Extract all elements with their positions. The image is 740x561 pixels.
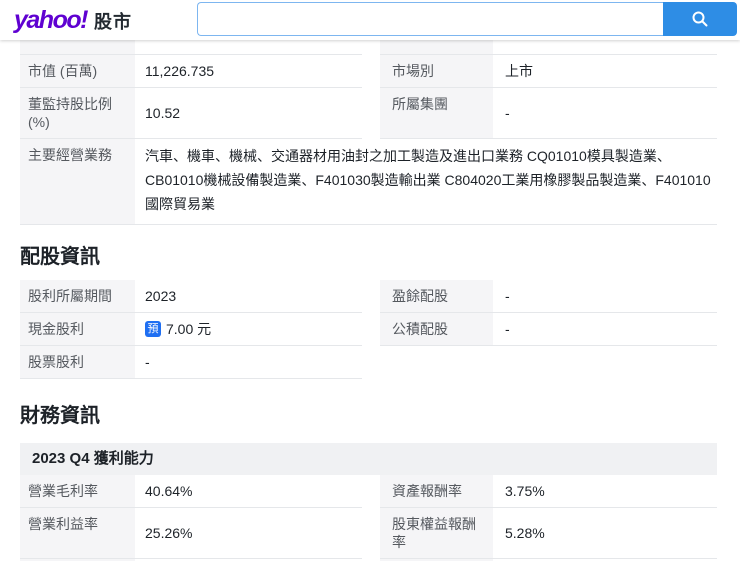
row-label: 股利所屬期間 (20, 280, 135, 312)
row-value: - (505, 105, 510, 121)
search-input[interactable] (197, 2, 663, 36)
row-label: 市值 (百萬) (20, 55, 135, 87)
row-label: 股票股利 (20, 346, 135, 378)
top-header: yahoo! 股市 (0, 0, 740, 40)
table-row-clipped (20, 40, 717, 55)
main-content: 市值 (百萬) 11,226.735 市場別 上市 董監持股比例(%) 10.5… (0, 40, 740, 561)
table-row: 營業毛利率 40.64% 資產報酬率 3.75% (20, 475, 717, 508)
row-value: 11,226.735 (145, 63, 215, 79)
yahoo-stock-logo[interactable]: yahoo! 股市 (14, 6, 132, 34)
row-label: 股東權益報酬率 (380, 508, 493, 558)
section-title-finance: 財務資訊 (20, 405, 100, 427)
row-label: 營業毛利率 (20, 475, 135, 507)
row-label: 資產報酬率 (380, 475, 493, 507)
row-label: 營業利益率 (20, 508, 135, 558)
cash-dividend-value: 7.00 元 (166, 321, 212, 337)
row-value: 40.64% (145, 483, 193, 499)
section-title-dividend: 配股資訊 (20, 246, 100, 268)
profitability-header: 2023 Q4 獲利能力 (20, 443, 717, 475)
row-label: 市場別 (380, 55, 493, 87)
table-row: 營業利益率 25.26% 股東權益報酬率 5.28% (20, 508, 717, 559)
search-icon (691, 10, 709, 28)
row-label: 主要經營業務 (20, 139, 135, 224)
table-row-business: 主要經營業務 汽車、機車、機械、交通器材用油封之加工製造及進出口業務 CQ010… (20, 139, 717, 225)
row-value: - (505, 288, 510, 304)
yahoo-logo[interactable]: yahoo! (14, 6, 88, 34)
row-value: 上市 (505, 63, 533, 79)
search-box (197, 2, 737, 36)
estimate-badge: 預 (145, 321, 161, 337)
search-button[interactable] (663, 2, 737, 36)
table-row: 股票股利 - (20, 346, 717, 379)
row-label: 現金股利 (20, 313, 135, 345)
table-row: 股利所屬期間 2023 盈餘配股 - (20, 280, 717, 313)
stock-market-label[interactable]: 股市 (94, 8, 132, 34)
row-label: 公積配股 (380, 313, 493, 345)
row-value: 5.28% (505, 525, 545, 541)
row-label: 董監持股比例(%) (20, 88, 135, 138)
table-row: 市值 (百萬) 11,226.735 市場別 上市 (20, 55, 717, 88)
row-value: - (505, 321, 510, 337)
row-value: 預 7.00 元 (135, 313, 362, 345)
row-value: - (145, 354, 150, 370)
row-value: 3.75% (505, 483, 545, 499)
row-value: 10.52 (145, 105, 181, 121)
row-value: 2023 (145, 288, 177, 304)
row-value: 汽車、機車、機械、交通器材用油封之加工製造及進出口業務 CQ01010模具製造業… (145, 148, 711, 212)
row-label: 所屬集團 (380, 88, 493, 138)
row-label: 盈餘配股 (380, 280, 493, 312)
row-value: 25.26% (145, 525, 193, 541)
page: yahoo! 股市 市值 (百萬) 11,226.735 市場別 上市 董監持股… (0, 0, 740, 561)
table-row: 現金股利 預 7.00 元 公積配股 - (20, 313, 717, 346)
table-row: 董監持股比例(%) 10.52 所屬集團 - (20, 88, 717, 139)
